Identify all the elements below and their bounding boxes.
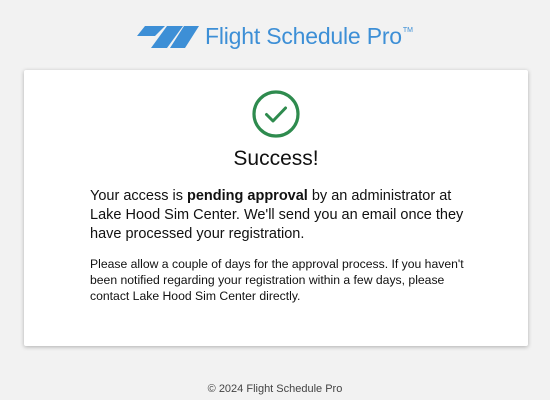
footer-copyright: © 2024 Flight Schedule Pro — [207, 383, 343, 395]
page-title: Success! — [233, 147, 319, 170]
brand-logo: Flight Schedule Pro TM — [0, 23, 550, 50]
brand-trademark: TM — [402, 27, 414, 34]
brand-name: Flight Schedule Pro — [204, 23, 402, 49]
approval-message: Your access is pending approval by an ad… — [90, 187, 470, 244]
approval-message-prefix: Your access is — [90, 188, 187, 204]
check-circle-icon — [252, 90, 300, 138]
approval-note: Please allow a couple of days for the ap… — [90, 257, 464, 303]
brand-logo-mark-icon — [136, 25, 199, 48]
status-card: Success! Your access is pending approval… — [24, 70, 528, 346]
approval-status-emphasis: pending approval — [186, 188, 308, 204]
